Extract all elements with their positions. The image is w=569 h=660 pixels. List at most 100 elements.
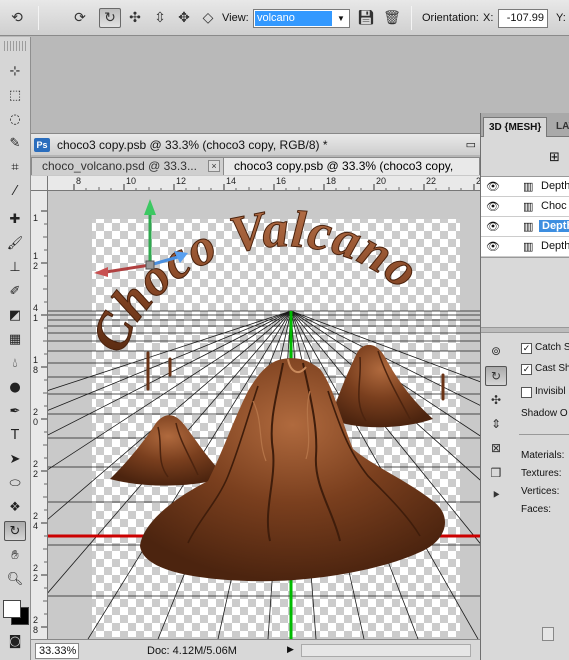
options-bar: ⟲ ⟳ ↻ ✣ ⇳ ✥ ◇ View: volcano ▼ 💾︎ 🗑︎ Orie… <box>0 0 569 36</box>
ruler-label: 8 <box>33 365 39 375</box>
type-tool-icon[interactable]: T <box>4 425 26 445</box>
3d-scene[interactable]: Choco Valcano <box>48 191 480 639</box>
orientation-x-field[interactable]: -107.99 <box>498 9 548 28</box>
vertical-ruler[interactable]: 1 1 2 4 1 1 8 2 0 2 2 2 4 2 2 2 8 <box>31 191 48 639</box>
mesh-rotate-icon[interactable]: ⊚ <box>485 341 507 361</box>
horizontal-scrollbar[interactable] <box>301 644 471 657</box>
divider <box>519 434 569 435</box>
3d-object-rotate-tool-icon[interactable]: ❖ <box>4 497 26 517</box>
canvas-area[interactable]: Choco Valcano <box>48 191 480 639</box>
ruler-label: 8 <box>33 625 39 635</box>
document-status-bar: 33.33% Doc: 4.12M/5.06M ▶ <box>31 639 480 660</box>
eye-icon[interactable]: 👁︎ <box>486 200 500 213</box>
lasso-tool-icon[interactable]: ◌ <box>4 109 26 129</box>
path-selection-tool-icon[interactable]: ➤ <box>4 449 26 469</box>
select-material-icon[interactable]: ⯈ <box>485 485 507 505</box>
view-dropdown[interactable]: volcano ▼ <box>253 9 350 28</box>
document-title-bar[interactable]: Ps choco3 copy.psb @ 33.3% (choco3 copy,… <box>31 133 480 155</box>
panel-tab-bar: 3D {MESH} LAY <box>481 113 569 137</box>
3d-layer-list: 👁︎ ▥ Depth 👁︎ ▥ Choc 👁︎ ▥ Depth 👁︎ ▥ Dep… <box>481 176 569 258</box>
eye-icon[interactable]: 👁︎ <box>486 240 500 253</box>
mesh-roll-icon[interactable]: ↻ <box>485 366 507 386</box>
move-tool-icon[interactable]: ⊹ <box>4 61 26 81</box>
invisible-checkbox[interactable] <box>521 387 532 398</box>
brush-tool-icon[interactable]: 🖌︎ <box>4 233 26 253</box>
pen-tool-icon[interactable]: ✒ <box>4 401 26 421</box>
layer-name: Depth <box>541 240 569 252</box>
view-dropdown-value: volcano <box>255 11 332 26</box>
cast-shadows-label: Cast Sha <box>535 363 569 374</box>
gradient-tool-icon[interactable]: ▦ <box>4 329 26 349</box>
mesh-scale-icon[interactable]: ⊠ <box>485 438 507 458</box>
eyedropper-tool-icon[interactable]: ⁄ <box>4 181 26 201</box>
save-view-icon[interactable]: 💾︎ <box>355 8 377 28</box>
ruler-label: 1 <box>33 313 39 323</box>
list-item[interactable]: 👁︎ ▥ Choc <box>481 197 569 217</box>
quick-selection-tool-icon[interactable]: ✎ <box>4 133 26 153</box>
clone-stamp-tool-icon[interactable]: ⊥ <box>4 257 26 277</box>
catch-shadows-checkbox[interactable]: ✓ <box>521 343 532 354</box>
shape-tool-icon[interactable]: ⬭ <box>4 473 26 493</box>
blur-tool-icon[interactable]: 💧︎ <box>4 353 26 373</box>
ruler-label: 2 <box>33 573 39 583</box>
zoom-tool-icon[interactable]: 🔍︎ <box>4 569 26 589</box>
foreground-color-swatch[interactable] <box>3 600 21 618</box>
crop-tool-icon[interactable]: ⌗ <box>4 157 26 177</box>
ruler-label: 0 <box>33 417 39 427</box>
mesh-icon: ▥ <box>523 200 534 213</box>
eye-icon[interactable]: 👁︎ <box>486 220 500 233</box>
close-icon[interactable]: × <box>208 160 220 172</box>
panel-scroll-button[interactable] <box>542 627 554 641</box>
marquee-tool-icon[interactable]: ⬚ <box>4 85 26 105</box>
scale-3d-icon[interactable]: ✥ <box>173 8 195 28</box>
horizontal-ruler[interactable]: 8 10 12 14 16 18 20 22 24 <box>48 176 480 191</box>
ruler-label: 2 <box>33 261 39 271</box>
cast-shadows-checkbox[interactable]: ✓ <box>521 364 532 375</box>
tab-layers[interactable]: LAY <box>551 117 569 137</box>
3d-camera-rotate-tool-icon[interactable]: ↻ <box>4 521 26 541</box>
dodge-tool-icon[interactable]: ● <box>4 377 26 397</box>
ruler-label: 18 <box>326 176 337 186</box>
list-item[interactable]: 👁︎ ▥ Depth <box>481 177 569 197</box>
mesh-slide-icon[interactable]: ⇕ <box>485 414 507 434</box>
healing-brush-tool-icon[interactable]: ✚ <box>4 209 26 229</box>
zoom-level-field[interactable]: 33.33% <box>35 643 79 659</box>
rotate-3d-icon[interactable]: ⟳ <box>69 8 91 28</box>
delete-view-icon[interactable]: 🗑︎ <box>381 8 403 28</box>
tab-choco3-copy[interactable]: choco3 copy.psb @ 33.3% (choco3 copy, RG… <box>223 157 480 190</box>
3d-cube-icon[interactable]: ❒ <box>485 463 507 483</box>
list-item-selected[interactable]: 👁︎ ▥ Depth <box>481 217 569 237</box>
eye-icon[interactable]: 👁︎ <box>486 180 500 193</box>
quick-mask-icon[interactable]: ◙ <box>4 631 26 651</box>
panel-grip[interactable] <box>4 41 26 51</box>
document-window: Ps choco3 copy.psb @ 33.3% (choco3 copy,… <box>31 133 480 660</box>
panel-divider[interactable] <box>481 327 569 333</box>
slide-3d-icon[interactable]: ⇳ <box>149 8 171 28</box>
minimize-icon[interactable]: ▭ <box>466 138 476 151</box>
faces-label: Faces: <box>521 504 552 515</box>
status-menu-arrow-icon[interactable]: ▶ <box>287 644 294 655</box>
roll-3d-icon[interactable]: ↻ <box>99 8 121 28</box>
scene-filter-icon[interactable]: ⊞ <box>549 150 560 165</box>
tab-3d-mesh[interactable]: 3D {MESH} <box>483 117 548 137</box>
mesh-icon: ▥ <box>523 220 534 233</box>
mesh-drag-icon[interactable]: ✣ <box>485 390 507 410</box>
drag-3d-icon[interactable]: ✣ <box>124 8 146 28</box>
ruler-label: 16 <box>276 176 287 186</box>
ruler-label: 2 <box>33 563 39 573</box>
ruler-label: 22 <box>426 176 437 186</box>
x-label: X: <box>483 12 494 24</box>
tab-choco-volcano[interactable]: choco_volcano.psd @ 33.3... × <box>31 157 226 175</box>
list-item[interactable]: 👁︎ ▥ Depth <box>481 237 569 257</box>
eraser-tool-icon[interactable]: ◩ <box>4 305 26 325</box>
history-brush-tool-icon[interactable]: ✐ <box>4 281 26 301</box>
ruler-label: 1 <box>33 213 39 223</box>
vertices-label: Vertices: <box>521 486 560 497</box>
camera-3d-icon[interactable]: ◇ <box>197 8 219 28</box>
tab-label: choco_volcano.psd @ 33.3... <box>42 159 197 173</box>
ruler-label: 2 <box>33 511 39 521</box>
tool-preset-picker-icon[interactable]: ⟲ <box>6 8 28 28</box>
ruler-origin[interactable] <box>31 176 48 191</box>
document-title: choco3 copy.psb @ 33.3% (choco3 copy, RG… <box>57 137 328 152</box>
hand-tool-icon[interactable]: ✋︎ <box>4 545 26 565</box>
